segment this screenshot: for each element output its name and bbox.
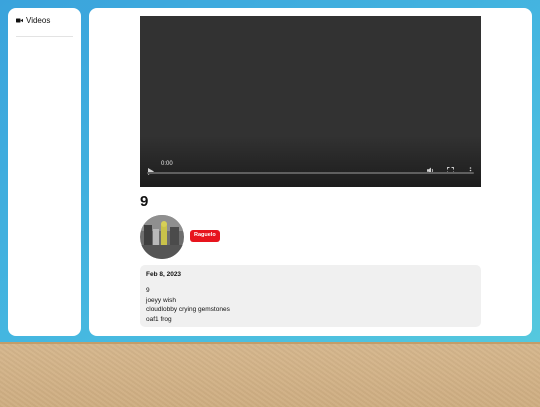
upload-date: Feb 8, 2023 xyxy=(146,271,182,278)
avatar[interactable] xyxy=(140,215,184,259)
play-icon[interactable] xyxy=(148,162,154,180)
video-title: 9 xyxy=(140,193,149,210)
description-line: cloudlobby crying gemstones xyxy=(146,306,230,313)
description-box: Feb 8, 2023 9 joeyy wish cloudlobby cryi… xyxy=(140,265,481,327)
more-options-icon[interactable] xyxy=(469,161,472,179)
description-line: oaf1 frog xyxy=(146,315,172,323)
video-player[interactable]: 0:00 xyxy=(140,16,481,187)
description-line: 9 xyxy=(146,287,150,294)
volume-icon[interactable] xyxy=(427,161,435,179)
channel-badge[interactable]: Raguelo xyxy=(190,230,220,242)
video-controls: 0:00 xyxy=(146,159,475,179)
progress-bar[interactable] xyxy=(147,172,474,174)
sidebar: Videos xyxy=(8,8,81,336)
description-line: joeyy wish xyxy=(146,296,176,304)
sand-background xyxy=(0,342,540,407)
video-time: 0:00 xyxy=(161,161,173,167)
video-camera-icon xyxy=(16,18,23,23)
sidebar-item-videos[interactable]: Videos xyxy=(16,16,73,37)
sidebar-item-label: Videos xyxy=(26,16,51,25)
main-panel: 0:00 9 Raguelo Feb 8, 2023 9 joeyy wish … xyxy=(89,8,532,336)
fullscreen-icon[interactable] xyxy=(447,161,454,179)
